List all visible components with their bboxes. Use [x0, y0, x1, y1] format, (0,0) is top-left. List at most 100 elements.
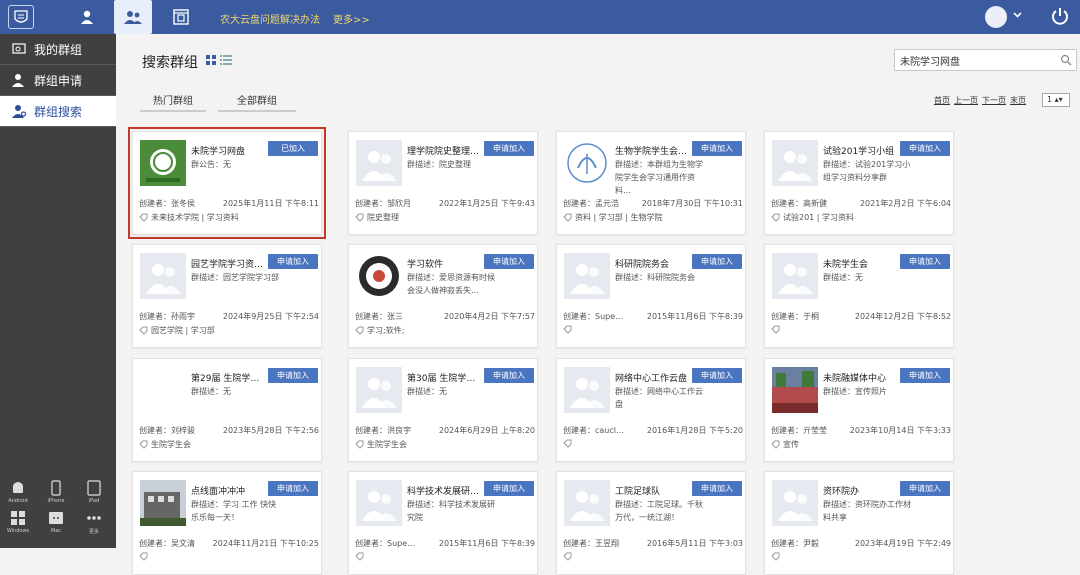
group-card[interactable]: 第30届 生院学… 申请加入 群描述：无 创建者：洪良宇 2024年6月29日 上午8:…	[348, 358, 538, 462]
group-card[interactable]: 科学技术发展研… 申请加入 群描述：科学技术发展研究院 创建者：Supe… 2015年1…	[348, 471, 538, 575]
group-name: 点线面冲冲冲	[191, 487, 246, 497]
power-icon[interactable]	[1050, 6, 1070, 29]
search-box	[894, 49, 1077, 71]
search-icon[interactable]	[1060, 54, 1072, 69]
group-description: 群描述：本群组为生物学院学生会学习通用作资料…	[615, 160, 703, 195]
list-view-icon[interactable]	[220, 55, 232, 65]
tab-all-groups[interactable]: 全部群组	[218, 92, 296, 112]
group-card[interactable]: 理学院院史整理… 申请加入 群描述：院史整理 创建者：邹欣月 2022年1月25日 下午…	[348, 131, 538, 235]
apply-join-button[interactable]: 申请加入	[484, 141, 534, 156]
top-bar: 农大云盘问题解决办法 更多>>	[0, 0, 1080, 34]
apply-join-button[interactable]: 申请加入	[692, 254, 742, 269]
apply-join-button[interactable]: 申请加入	[692, 481, 742, 496]
apply-join-button[interactable]: 申请加入	[268, 481, 318, 496]
apply-join-button[interactable]: 申请加入	[484, 254, 534, 269]
tag-icon	[563, 325, 572, 334]
group-name: 试验201学习小组	[823, 147, 895, 157]
apply-join-button[interactable]: 申请加入	[900, 368, 950, 383]
group-card[interactable]: 点线面冲冲冲 申请加入 群描述：学习 工作 快快乐乐每一天！ 创建者：吴文清 2024年…	[132, 471, 322, 575]
card-tags: 生院学生会	[355, 439, 535, 450]
group-name: 第30届 生院学…	[407, 374, 476, 384]
next-page-link[interactable]: 下一页	[982, 95, 1006, 106]
group-name: 未院融媒体中心	[823, 374, 887, 384]
apply-join-button[interactable]: 申请加入	[900, 141, 950, 156]
apply-join-button[interactable]: 申请加入	[900, 481, 950, 496]
group-name: 园艺学院学习资…	[191, 260, 264, 270]
prev-page-link[interactable]: 上一页	[954, 95, 978, 106]
apply-join-button[interactable]: 申请加入	[484, 368, 534, 383]
mac-download[interactable]: Mac	[41, 510, 71, 534]
tag-icon	[139, 552, 148, 561]
group-card[interactable]: 生物学院学生会… 申请加入 群描述：本群组为生物学院学生会学习通用作资料… 创建者：孟…	[556, 131, 746, 235]
group-card[interactable]: 科研院院务会 申请加入 群描述：科研院院务会 创建者：Supe… 2015年11月6日 …	[556, 244, 746, 348]
group-card[interactable]: 未院学生会 申请加入 群描述：无 创建者：于桐 2024年12月2日 下午8:52	[764, 244, 954, 348]
group-name: 学习软件	[407, 260, 444, 270]
tab-hot-groups[interactable]: 热门群组	[140, 92, 206, 112]
apply-join-button[interactable]: 申请加入	[484, 481, 534, 496]
group-name: 未院学习网盘	[191, 147, 246, 157]
group-avatar	[140, 480, 186, 526]
search-input[interactable]	[895, 50, 1055, 70]
group-description: 群描述：园艺学院学习部	[191, 273, 279, 282]
group-card[interactable]: 未院学习网盘 已加入 群公告：无 创建者：张冬侯 2025年1月11日 下午8:11 未来…	[128, 127, 326, 239]
card-tags: 资料 | 学习部 | 生物学院	[563, 212, 743, 223]
my-groups-icon	[12, 43, 28, 55]
group-card[interactable]: 网络中心工作云盘 申请加入 群描述：网络中心工作云盘 创建者：caucl… 2016年1…	[556, 358, 746, 462]
more-platforms[interactable]: 更多	[79, 510, 109, 535]
windows-download[interactable]: Windows	[3, 510, 33, 534]
android-download[interactable]: Android	[3, 480, 33, 504]
card-tags	[771, 325, 951, 334]
group-created-date: 2022年1月25日 下午9:43	[438, 199, 535, 208]
group-avatar	[564, 367, 610, 413]
ipad-download[interactable]: iPad	[79, 480, 109, 504]
tag-icon	[771, 325, 780, 334]
share-folder-icon[interactable]	[162, 0, 200, 34]
grid-view-icon[interactable]	[206, 55, 216, 65]
apply-join-button[interactable]: 申请加入	[268, 254, 318, 269]
group-avatar	[564, 480, 610, 526]
group-card[interactable]: 第29届 生院学… 申请加入 群描述：无 创建者：刘梓骏 2023年5月28日 下午2:…	[132, 358, 322, 462]
last-page-link[interactable]: 末页	[1010, 95, 1026, 106]
apply-join-button[interactable]: 申请加入	[692, 368, 742, 383]
group-card[interactable]: 园艺学院学习资… 申请加入 群描述：园艺学院学习部 创建者：孙雨宇 2024年9月25日…	[132, 244, 322, 348]
group-card[interactable]: 资环院办 申请加入 群描述：资环院办工作材料共享 创建者：尹毅 2023年4月19日 下…	[764, 471, 954, 575]
group-created-date: 2015年11月6日 下午8:39	[646, 312, 743, 321]
group-created-date: 2023年5月28日 下午2:56	[222, 426, 319, 435]
group-users-icon[interactable]	[114, 0, 152, 34]
more-link[interactable]: 更多>>	[333, 11, 370, 26]
card-tags	[563, 552, 743, 561]
group-avatar	[140, 253, 186, 299]
group-creator: 创建者：Supe…	[355, 539, 416, 548]
joined-button[interactable]: 已加入	[268, 141, 318, 156]
tag-icon	[355, 440, 364, 449]
sidebar-item-my-groups[interactable]: 我的群组	[0, 34, 116, 65]
group-card[interactable]: 未院融媒体中心 申请加入群描述：宣传照片创建者：亓莹莹 2023年10月14日 下午…	[764, 358, 954, 462]
group-description: 群公告：无	[191, 160, 231, 169]
group-name: 网络中心工作云盘	[615, 374, 688, 384]
personal-user-icon[interactable]	[68, 0, 106, 34]
tag-icon	[563, 552, 572, 561]
apply-join-button[interactable]: 申请加入	[900, 254, 950, 269]
page-select[interactable]: 1 ▴▾	[1042, 93, 1070, 107]
group-card[interactable]: 试验201学习小组 申请加入 群描述：试验201学习小组学习资料分享群 创建者：高新健…	[764, 131, 954, 235]
help-link[interactable]: 农大云盘问题解决办法	[220, 11, 320, 26]
sidebar-item-group-requests[interactable]: 群组申请	[0, 65, 116, 96]
pagination: 首页 上一页 下一页 末页	[934, 95, 1026, 106]
group-avatar	[140, 367, 186, 413]
first-page-link[interactable]: 首页	[934, 95, 950, 106]
group-card[interactable]: 学习软件 申请加入 群描述：爱思资源有时候会没人做神寂丢失… 创建者：张三 2020年4…	[348, 244, 538, 348]
more-dots-icon	[87, 516, 101, 520]
group-creator: 创建者：亓莹莹	[771, 426, 827, 435]
group-created-date: 2023年10月14日 下午3:33	[849, 426, 951, 435]
group-card[interactable]: 工院足球队 申请加入 群描述：工院足球。千秋万代，一统江湖！ 创建者：王昱翔 2016年…	[556, 471, 746, 575]
group-description: 群描述：宣传照片	[823, 387, 887, 396]
apply-join-button[interactable]: 申请加入	[692, 141, 742, 156]
chevron-down-icon[interactable]	[1013, 10, 1022, 22]
user-avatar[interactable]	[985, 6, 1007, 28]
sidebar-item-group-search[interactable]: 群组搜索	[0, 96, 116, 127]
card-footer: 创建者：Supe… 2015年11月6日 下午8:39	[355, 538, 535, 561]
card-tags: 生院学生会	[139, 439, 319, 450]
iphone-download[interactable]: iPhone	[41, 480, 71, 504]
apply-join-button[interactable]: 申请加入	[268, 368, 318, 383]
tablet-icon	[87, 480, 101, 496]
